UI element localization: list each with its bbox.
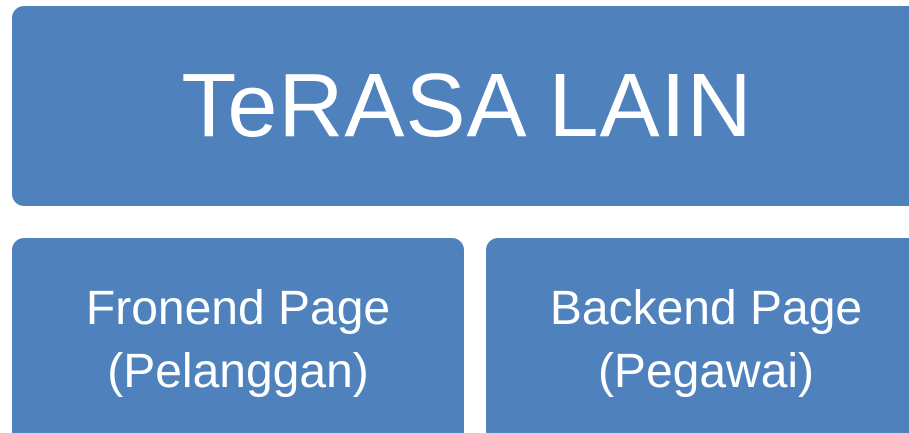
backend-page-title: Backend Page (549, 282, 863, 336)
frontend-page-title: Fronend Page (85, 282, 391, 336)
diagram-canvas: TeRASA LAIN Fronend Page (Pelanggan) Bac… (0, 0, 909, 433)
frontend-page-subtitle: (Pelanggan) (107, 344, 369, 398)
backend-page-subtitle: (Pegawai) (597, 344, 815, 398)
backend-page-node: Backend Page (Pegawai) (486, 238, 909, 433)
root-node-label: TeRASA LAIN (181, 55, 753, 156)
root-node-box: TeRASA LAIN (12, 6, 909, 206)
frontend-page-node: Fronend Page (Pelanggan) (12, 238, 464, 433)
